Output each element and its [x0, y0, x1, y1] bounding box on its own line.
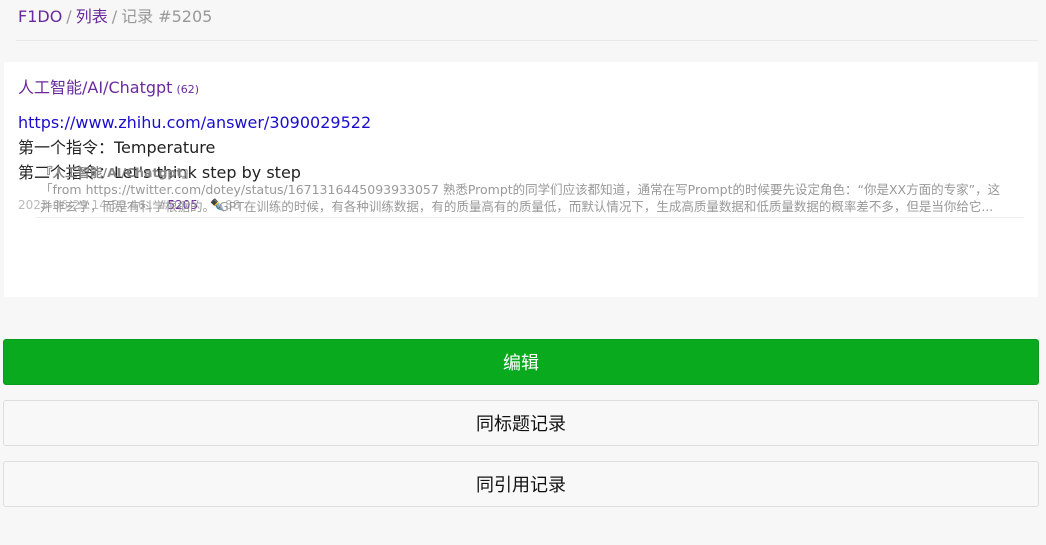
record-content-line: 第一个指令：Temperature	[18, 138, 216, 157]
breadcrumb-home-link[interactable]: F1DO	[18, 7, 62, 26]
quote-body: 「from https://twitter.com/dotey/status/1…	[40, 182, 1001, 214]
breadcrumb-separator: /	[66, 7, 72, 26]
quote-title: 『人工智能/AI/Chatgpt』	[40, 165, 195, 180]
record-tag-count: (62)	[176, 83, 200, 96]
breadcrumb-list-link[interactable]: 列表	[76, 7, 108, 26]
quote-divider	[36, 217, 1024, 218]
record-url-link[interactable]: https://www.zhihu.com/answer/3090029522	[18, 113, 371, 132]
record-tag-line: 人工智能/AI/Chatgpt (62)	[18, 77, 199, 101]
breadcrumb: F1DO / 列表 / 记录 #5205	[18, 6, 212, 28]
breadcrumb-divider	[16, 40, 1038, 41]
breadcrumb-current: 记录 #5205	[121, 7, 213, 26]
same-reference-records-button[interactable]: 同引用记录	[3, 461, 1039, 507]
breadcrumb-separator: /	[111, 7, 118, 26]
reference-quote: 『人工智能/AI/Chatgpt』 「from https://twitter.…	[40, 164, 1010, 215]
edit-button[interactable]: 编辑	[3, 339, 1039, 385]
same-title-records-button[interactable]: 同标题记录	[3, 400, 1039, 446]
record-tag-link[interactable]: 人工智能/AI/Chatgpt	[18, 78, 172, 97]
